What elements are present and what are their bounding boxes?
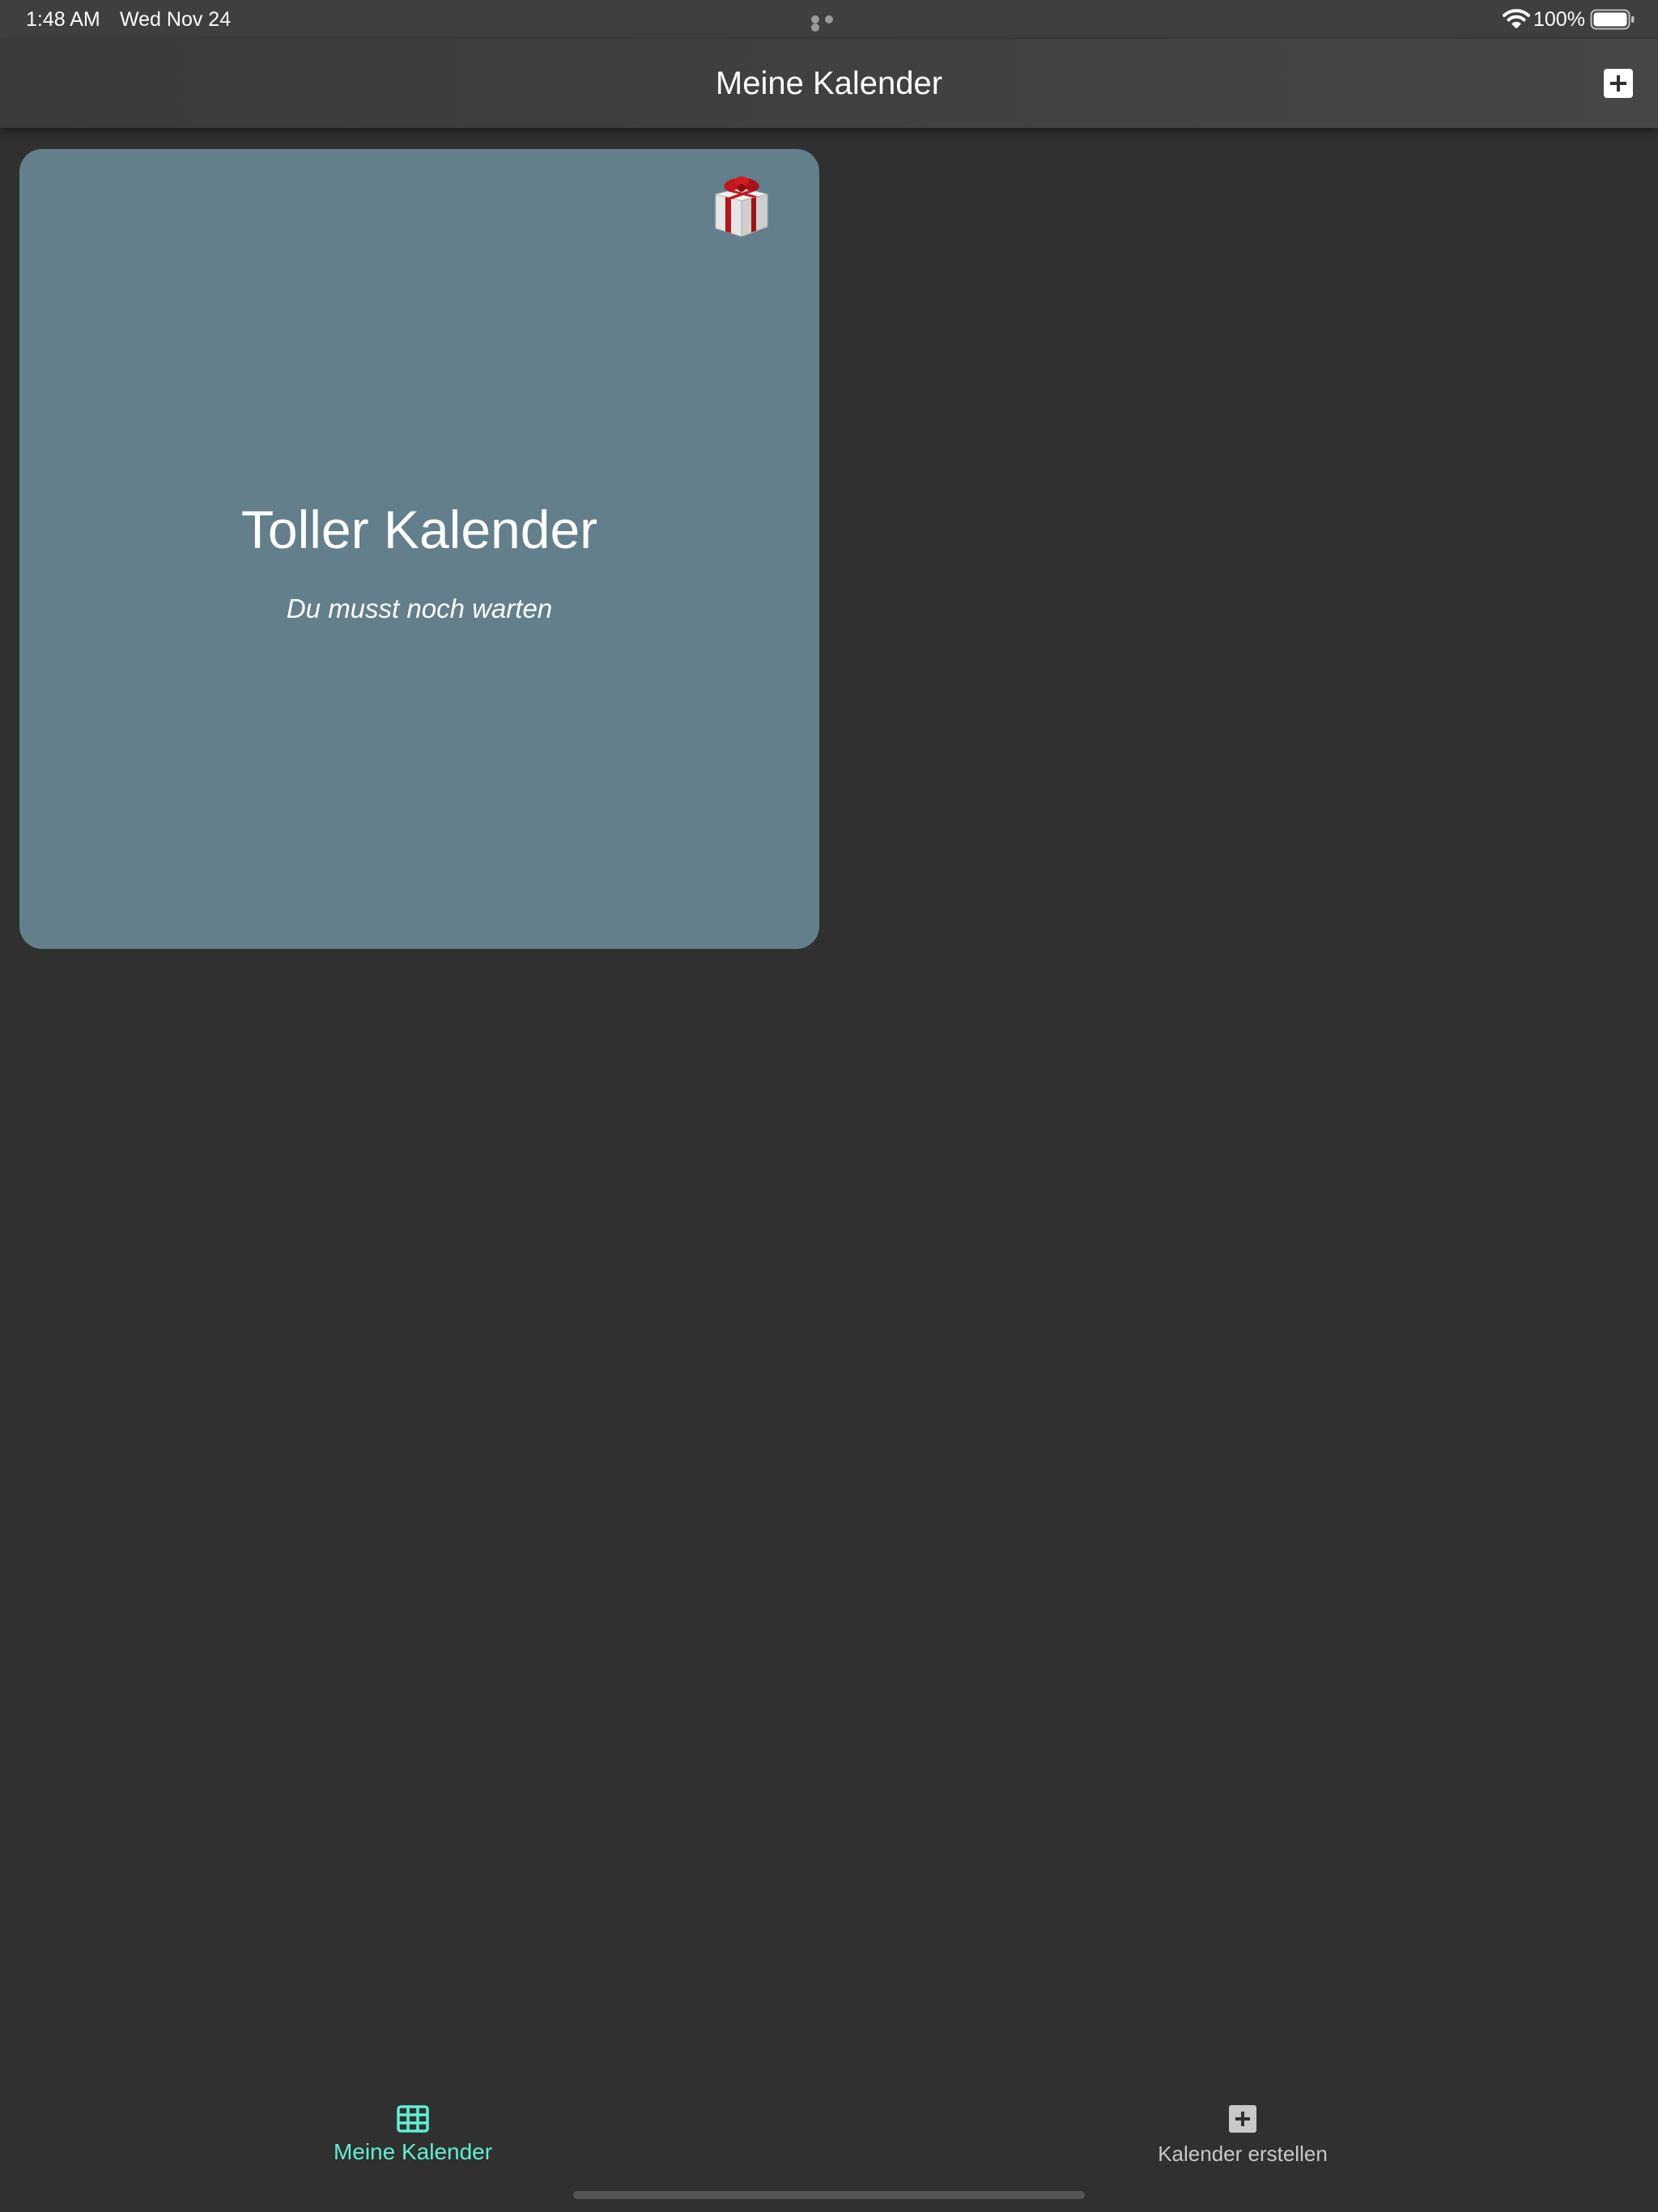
home-indicator[interactable] <box>573 2191 1085 2199</box>
status-time: 1:48 AM <box>26 8 100 31</box>
battery-icon <box>1590 9 1635 30</box>
status-bar: 1:48 AM Wed Nov 24 100% <box>0 0 1658 39</box>
status-date: Wed Nov 24 <box>120 8 232 31</box>
calendar-card[interactable]: Toller Kalender Du musst noch warten <box>19 149 819 949</box>
calendar-status: Du musst noch warten <box>286 593 553 623</box>
plus-icon <box>1610 75 1626 91</box>
multitasking-dots-icon[interactable] <box>811 15 847 32</box>
gift-icon <box>715 177 768 237</box>
page-title: Meine Kalender <box>715 66 943 101</box>
calendar-title: Toller Kalender <box>240 500 598 559</box>
tab-label-create-calendar: Kalender erstellen <box>1158 2142 1328 2166</box>
battery-percent: 100% <box>1533 8 1585 31</box>
navigation-bar: Meine Kalender <box>0 39 1658 128</box>
grid-icon <box>397 2105 429 2133</box>
wifi-icon <box>1503 9 1530 28</box>
plus-square-icon <box>1229 2105 1256 2133</box>
tab-label-my-calendars: Meine Kalender <box>333 2139 493 2164</box>
tab-create-calendar[interactable]: Kalender erstellen <box>1032 2089 1453 2178</box>
tab-my-calendars[interactable]: Meine Kalender <box>202 2089 623 2178</box>
add-calendar-button[interactable] <box>1604 69 1633 98</box>
